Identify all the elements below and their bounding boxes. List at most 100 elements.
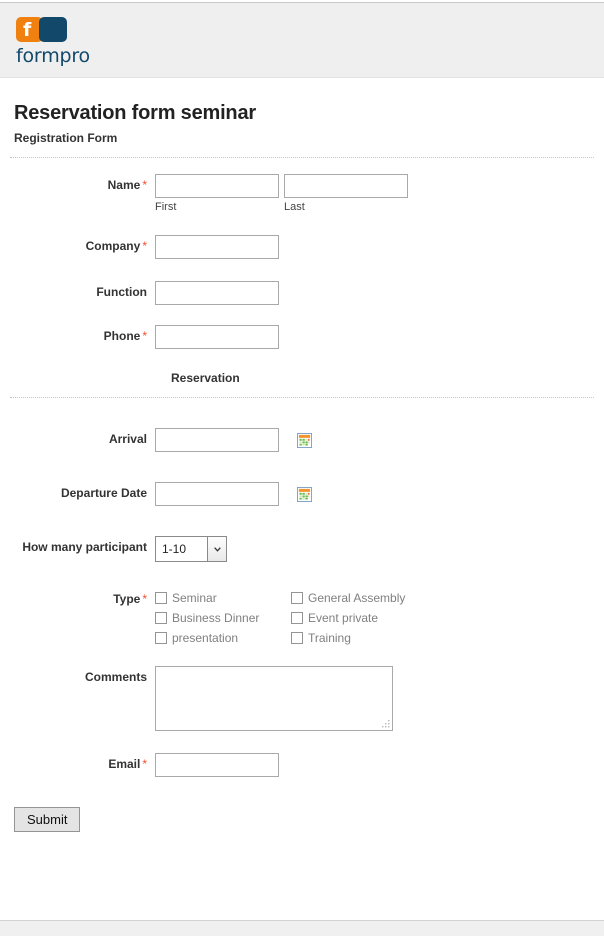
comments-textarea-wrap xyxy=(155,666,393,731)
field-row-phone: Phone * xyxy=(10,325,594,349)
label-type: Type * xyxy=(10,588,155,606)
formpro-logo: f formpro xyxy=(16,17,146,67)
checkbox-label: Business Dinner xyxy=(172,611,260,625)
field-email xyxy=(155,753,594,777)
label-comments-text: Comments xyxy=(84,670,147,684)
chevron-down-icon xyxy=(213,546,221,552)
checkbox-label: Event private xyxy=(308,611,379,625)
page-title: Reservation form seminar xyxy=(14,102,256,124)
submit-row: Submit xyxy=(10,807,594,832)
field-row-type: Type * Seminar Business Dinner presentati… xyxy=(10,588,594,648)
name-first-col: First xyxy=(155,174,279,213)
label-departure: Departure Date xyxy=(10,482,155,500)
field-row-participants: How many participant 1-10 xyxy=(10,536,594,562)
label-phone-text: Phone xyxy=(103,329,141,343)
site-header: f formpro xyxy=(0,3,604,78)
form-page: Reservation form seminar Registration Fo… xyxy=(0,102,604,945)
label-comments: Comments xyxy=(10,666,155,684)
label-phone: Phone * xyxy=(10,325,155,343)
name-inputs-group: First Last xyxy=(155,174,594,213)
required-marker-phone: * xyxy=(142,329,147,343)
divider-top xyxy=(10,157,594,158)
calendar-icon[interactable] xyxy=(297,432,312,448)
company-input[interactable] xyxy=(155,235,279,259)
calendar-icon[interactable] xyxy=(297,486,312,502)
submit-button[interactable]: Submit xyxy=(14,807,81,832)
email-input[interactable] xyxy=(155,753,279,777)
checkbox-box[interactable] xyxy=(291,592,303,604)
participants-select-value: 1-10 xyxy=(162,542,187,556)
label-participants-text: How many participant xyxy=(22,540,147,554)
label-arrival: Arrival xyxy=(10,428,155,446)
required-marker-type: * xyxy=(142,592,147,606)
departure-input[interactable] xyxy=(155,482,279,506)
function-input[interactable] xyxy=(155,281,279,305)
checkbox-label: presentation xyxy=(172,631,239,645)
label-name: Name * xyxy=(10,174,155,192)
comments-textarea[interactable] xyxy=(155,666,393,731)
checkbox-label: Seminar xyxy=(172,591,217,605)
field-arrival xyxy=(155,428,594,452)
checkbox-box[interactable] xyxy=(291,612,303,624)
field-row-function: Function xyxy=(10,281,594,305)
logo-letter-f: f xyxy=(23,19,32,41)
logo-marks: f xyxy=(16,17,80,43)
name-last-input[interactable] xyxy=(284,174,408,198)
label-name-text: Name xyxy=(107,178,141,192)
divider-reservation xyxy=(10,397,594,398)
field-type: Seminar Business Dinner presentation Gen… xyxy=(155,588,594,648)
label-departure-text: Departure Date xyxy=(60,486,147,500)
field-name: First Last xyxy=(155,174,594,213)
label-company-text: Company xyxy=(85,239,141,253)
required-marker-company: * xyxy=(142,239,147,253)
participants-select[interactable]: 1-10 xyxy=(155,536,227,562)
name-first-input[interactable] xyxy=(155,174,279,198)
label-function-text: Function xyxy=(96,285,147,299)
field-row-name: Name * First Last xyxy=(10,174,594,213)
page-subtitle: Registration Form xyxy=(14,131,118,145)
field-row-arrival: Arrival xyxy=(10,428,594,452)
checkbox-item[interactable]: presentation xyxy=(155,628,291,648)
checkbox-box[interactable] xyxy=(291,632,303,644)
arrival-input[interactable] xyxy=(155,428,279,452)
checkbox-item[interactable]: Training xyxy=(291,628,427,648)
label-participants: How many participant xyxy=(10,536,155,554)
label-company: Company * xyxy=(10,235,155,253)
checkbox-item[interactable]: Business Dinner xyxy=(155,608,291,628)
label-function: Function xyxy=(10,281,155,299)
departure-date-line xyxy=(155,482,594,506)
required-marker-name: * xyxy=(142,178,147,192)
logo-wordmark: formpro xyxy=(16,45,90,67)
field-phone xyxy=(155,325,594,349)
label-arrival-text: Arrival xyxy=(108,432,147,446)
phone-input[interactable] xyxy=(155,325,279,349)
page-footer xyxy=(0,920,604,936)
checkbox-box[interactable] xyxy=(155,632,167,644)
checkbox-item[interactable]: General Assembly xyxy=(291,588,427,608)
checkbox-item[interactable]: Event private xyxy=(291,608,427,628)
name-first-sublabel: First xyxy=(155,201,177,213)
type-checkbox-grid: Seminar Business Dinner presentation Gen… xyxy=(155,588,594,648)
section-heading-reservation: Reservation xyxy=(171,371,240,385)
field-company xyxy=(155,235,594,259)
field-row-email: Email * xyxy=(10,753,594,777)
label-email: Email * xyxy=(10,753,155,771)
field-comments xyxy=(155,666,594,731)
checkbox-box[interactable] xyxy=(155,612,167,624)
arrival-date-line xyxy=(155,428,594,452)
logo-navy-square-icon xyxy=(39,17,67,42)
label-email-text: Email xyxy=(108,757,141,771)
field-row-comments: Comments xyxy=(10,666,594,731)
participants-select-button[interactable] xyxy=(207,537,226,561)
checkbox-item[interactable]: Seminar xyxy=(155,588,291,608)
type-column-left: Seminar Business Dinner presentation xyxy=(155,588,291,648)
field-row-company: Company * xyxy=(10,235,594,259)
type-column-right: General Assembly Event private Training xyxy=(291,588,427,648)
field-participants: 1-10 xyxy=(155,536,594,562)
name-last-sublabel: Last xyxy=(284,201,305,213)
field-row-departure: Departure Date xyxy=(10,482,594,506)
required-marker-email: * xyxy=(142,757,147,771)
name-last-col: Last xyxy=(284,174,408,213)
checkbox-box[interactable] xyxy=(155,592,167,604)
field-function xyxy=(155,281,594,305)
